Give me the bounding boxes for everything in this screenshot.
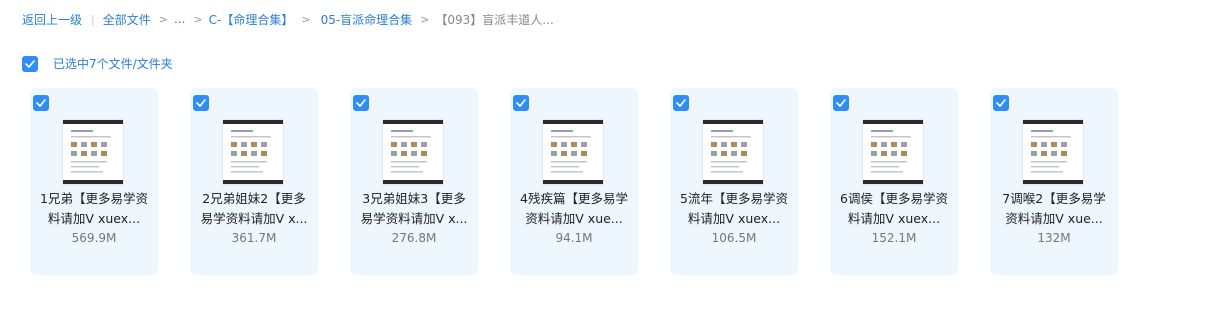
chevron-right-icon: > [301, 12, 311, 26]
file-card[interactable]: 3兄弟姐妹3【更多 易学资料请加V x... 276.8M [350, 88, 478, 275]
video-thumbnail-icon [223, 120, 283, 184]
file-card[interactable]: 6调侯【更多易学资 料请加V xuex... 152.1M [830, 88, 958, 275]
file-name[interactable]: 5流年【更多易学资 料请加V xuex... [670, 189, 798, 229]
file-name[interactable]: 1兄弟【更多易学资 料请加V xuex... [30, 189, 158, 229]
select-all-row: 已选中7个文件/文件夹 [22, 55, 173, 72]
file-size: 94.1M [555, 231, 593, 245]
file-card[interactable]: 4残疾篇【更多易学 资料请加V xue... 94.1M [510, 88, 638, 275]
checkmark-icon [836, 99, 846, 107]
file-name-line1: 4残疾篇【更多易学 [520, 191, 628, 206]
file-checkbox[interactable] [513, 95, 529, 111]
file-name-line2: 料请加V xuex... [687, 211, 781, 226]
file-name-line1: 3兄弟姐妹3【更多 [362, 191, 466, 206]
file-name-line1: 6调侯【更多易学资 [840, 191, 948, 206]
file-card[interactable]: 7调喉2【更多易学 资料请加V xue... 132M [990, 88, 1118, 275]
checkmark-icon [196, 99, 206, 107]
video-thumbnail-icon [703, 120, 763, 184]
chevron-right-icon: > [193, 12, 203, 26]
back-link[interactable]: 返回上一级 [22, 11, 82, 28]
file-size: 152.1M [871, 231, 917, 245]
chevron-right-icon: > [420, 12, 430, 26]
file-size: 132M [1037, 231, 1071, 245]
file-name-line2: 资料请加V xue... [1005, 211, 1103, 226]
breadcrumb-current: 【093】盲派丰道人... [435, 12, 554, 27]
breadcrumb-all-files[interactable]: 全部文件 [103, 11, 151, 28]
file-card[interactable]: 1兄弟【更多易学资 料请加V xuex... 569.9M [30, 88, 158, 275]
video-thumbnail-icon [863, 120, 923, 184]
breadcrumb-level2[interactable]: 05-盲派命理合集 [321, 11, 413, 28]
video-thumbnail-icon [63, 120, 123, 184]
selection-count-label: 已选中7个文件/文件夹 [53, 57, 173, 71]
file-name[interactable]: 6调侯【更多易学资 料请加V xuex... [830, 189, 958, 229]
file-name-line1: 1兄弟【更多易学资 [40, 191, 148, 206]
checkmark-icon [516, 99, 526, 107]
checkmark-icon [996, 99, 1006, 107]
file-name[interactable]: 4残疾篇【更多易学 资料请加V xue... [510, 189, 638, 229]
video-thumbnail-icon [1023, 120, 1083, 184]
checkmark-icon [36, 99, 46, 107]
file-checkbox[interactable] [353, 95, 369, 111]
file-checkbox[interactable] [193, 95, 209, 111]
file-size: 569.9M [71, 231, 117, 245]
breadcrumb-ellipsis[interactable]: ... [174, 12, 185, 26]
file-size: 106.5M [711, 231, 757, 245]
file-name-line2: 易学资料请加V x... [200, 211, 308, 226]
file-card[interactable]: 2兄弟姐妹2【更多 易学资料请加V x... 361.7M [190, 88, 318, 275]
video-thumbnail-icon [543, 120, 603, 184]
file-grid: 1兄弟【更多易学资 料请加V xuex... 569.9M 2兄弟姐妹2【更多 … [30, 88, 1150, 275]
file-name-line2: 料请加V xuex... [47, 211, 141, 226]
video-thumbnail-icon [383, 120, 443, 184]
file-size: 361.7M [231, 231, 277, 245]
file-name-line2: 资料请加V xue... [525, 211, 623, 226]
breadcrumb-divider: | [91, 12, 95, 26]
file-name[interactable]: 3兄弟姐妹3【更多 易学资料请加V x... [350, 189, 478, 229]
breadcrumb-level1[interactable]: C-【命理合集】 [209, 11, 294, 28]
file-card[interactable]: 5流年【更多易学资 料请加V xuex... 106.5M [670, 88, 798, 275]
file-name-line2: 料请加V xuex... [847, 211, 941, 226]
breadcrumb: 返回上一级 | 全部文件 > ... > C-【命理合集】 > 05-盲派命理合… [22, 10, 554, 28]
chevron-right-icon: > [158, 12, 168, 26]
file-name[interactable]: 7调喉2【更多易学 资料请加V xue... [990, 189, 1118, 229]
file-size: 276.8M [391, 231, 437, 245]
file-name[interactable]: 2兄弟姐妹2【更多 易学资料请加V x... [190, 189, 318, 229]
file-checkbox[interactable] [833, 95, 849, 111]
file-name-line1: 5流年【更多易学资 [680, 191, 788, 206]
select-all-checkbox[interactable] [22, 55, 38, 72]
checkmark-icon [356, 99, 366, 107]
file-name-line2: 易学资料请加V x... [360, 211, 468, 226]
file-checkbox[interactable] [33, 95, 49, 111]
file-checkbox[interactable] [993, 95, 1009, 111]
checkmark-icon [676, 99, 686, 107]
checkmark-icon [25, 59, 35, 68]
file-checkbox[interactable] [673, 95, 689, 111]
file-name-line1: 7调喉2【更多易学 [1002, 191, 1106, 206]
file-name-line1: 2兄弟姐妹2【更多 [202, 191, 306, 206]
